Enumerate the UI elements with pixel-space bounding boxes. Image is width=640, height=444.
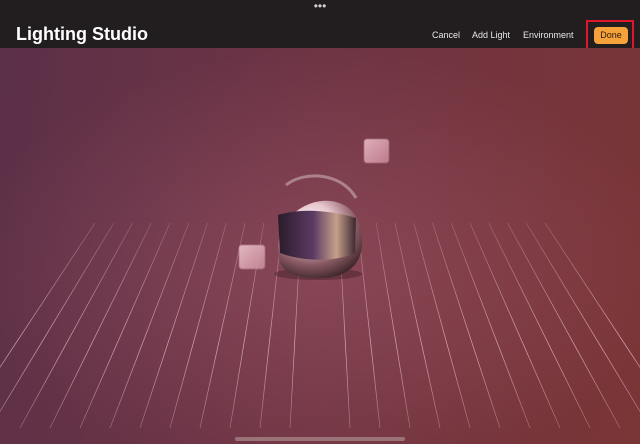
scene-viewport[interactable] bbox=[0, 48, 640, 444]
top-bar: ••• Lighting Studio Cancel Add Light Env… bbox=[0, 0, 640, 55]
cancel-button[interactable]: Cancel bbox=[432, 28, 460, 42]
scene-canvas[interactable] bbox=[0, 48, 640, 444]
add-light-button[interactable]: Add Light bbox=[472, 28, 510, 42]
light-cube-left[interactable] bbox=[239, 245, 265, 269]
environment-button[interactable]: Environment bbox=[523, 28, 574, 42]
multitask-handle[interactable]: ••• bbox=[313, 0, 327, 12]
home-indicator bbox=[235, 437, 405, 441]
lighting-studio-app: ••• Lighting Studio Cancel Add Light Env… bbox=[0, 0, 640, 444]
page-title: Lighting Studio bbox=[16, 24, 148, 44]
light-cube-top[interactable] bbox=[364, 139, 389, 163]
